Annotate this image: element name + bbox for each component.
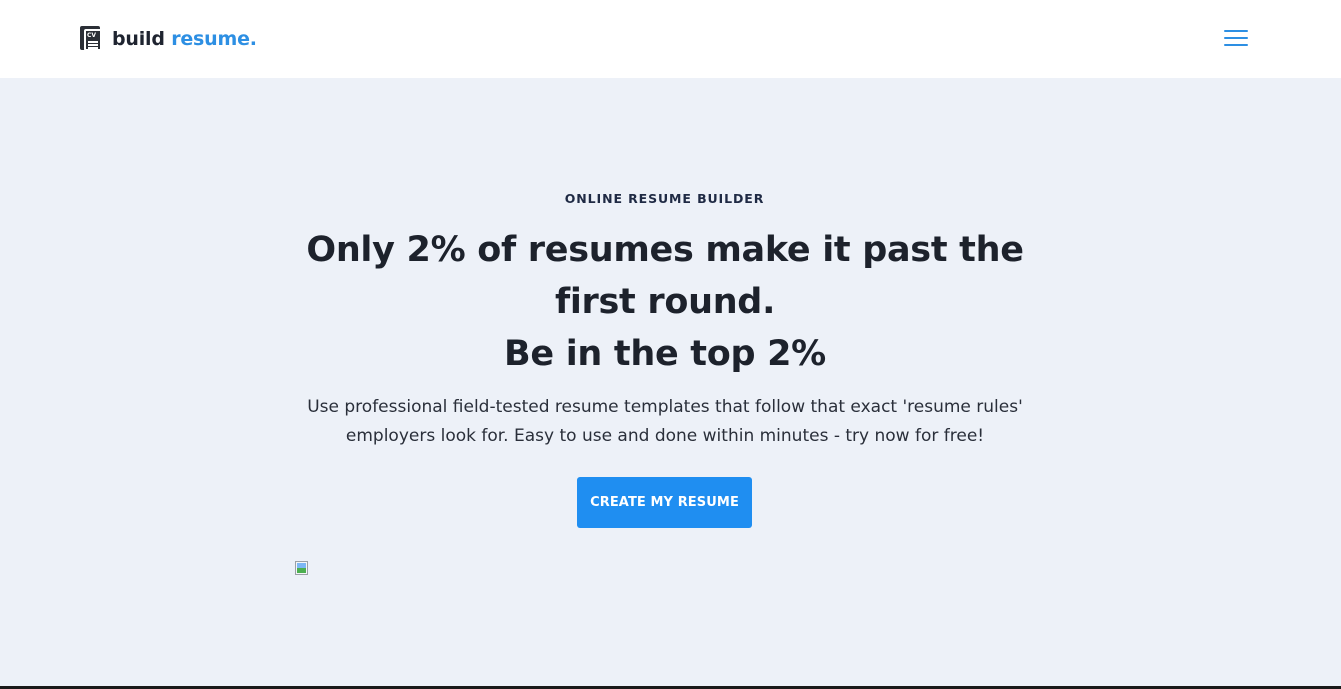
site-logo[interactable]: CV build resume. <box>80 25 257 53</box>
headline-line-3: Be in the top 2% <box>504 334 826 374</box>
hero-subtext: Use professional field-tested resume tem… <box>307 397 1023 446</box>
hero-eyebrow: ONLINE RESUME BUILDER <box>564 191 765 206</box>
broken-image-icon <box>295 561 311 577</box>
cv-document-icon: CV <box>80 26 104 52</box>
hero-headline: Only 2% of resumes make it past the firs… <box>295 224 1035 380</box>
headline-line-2: first round. <box>554 282 776 322</box>
logo-text: build resume. <box>112 28 257 50</box>
logo-text-accent: resume. <box>171 28 257 50</box>
hamburger-menu-icon <box>1224 30 1248 32</box>
hero-section: ONLINE RESUME BUILDER Only 2% of resumes… <box>0 78 1341 686</box>
logo-text-primary: build <box>112 28 165 50</box>
hamburger-menu-button[interactable] <box>1222 27 1250 49</box>
site-header: CV build resume. <box>0 0 1341 78</box>
create-my-resume-button[interactable]: CREATE MY RESUME <box>577 477 752 528</box>
headline-line-1: Only 2% of resumes make it past the <box>306 230 1024 270</box>
